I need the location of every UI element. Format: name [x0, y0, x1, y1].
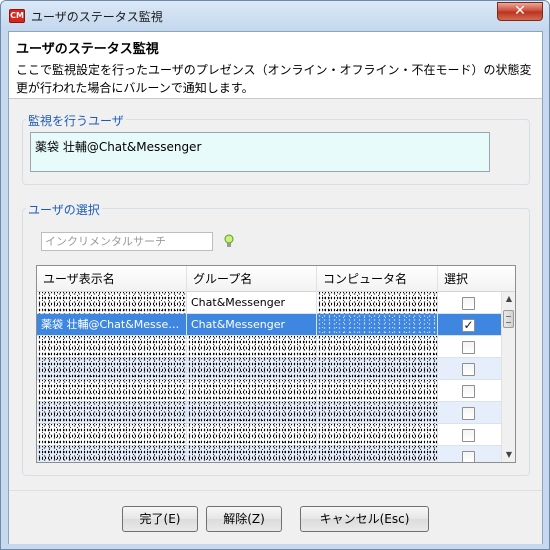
cell-display-name-obscured [37, 380, 187, 402]
scroll-thumb[interactable] [503, 310, 514, 328]
table-body: Chat&Messenger 薬袋 壮輔@Chat&Messe… Chat&Mess… [37, 292, 501, 462]
cell-display-name-obscured [37, 402, 187, 424]
header-panel: ユーザのステータス監視 ここで監視設定を行ったユーザのプレゼンス（オンライン・オ… [9, 32, 542, 99]
column-header-select[interactable]: 選択 [438, 266, 501, 292]
column-header-display-name[interactable]: ユーザ表示名 [37, 266, 187, 292]
complete-button[interactable]: 完了(E) [122, 506, 198, 532]
dialog-window: CM ユーザのステータス監視 ✕ ユーザのステータス監視 ここで監視設定を行った… [0, 0, 550, 550]
table-scrollbar[interactable]: ▲ ▼ [501, 292, 515, 462]
incremental-search-input[interactable]: インクリメンタルサーチ [41, 232, 213, 251]
cell-computer-name-obscured [317, 336, 438, 358]
select-checkbox[interactable] [462, 407, 475, 420]
cell-group-name: Chat&Messenger [187, 292, 317, 314]
cell-computer-name-obscured [317, 402, 438, 424]
table-row[interactable] [37, 402, 501, 424]
cell-group-name-obscured [187, 402, 317, 424]
column-header-group[interactable]: グループ名 [187, 266, 317, 292]
table-header: ユーザ表示名 グループ名 コンピュータ名 選択 [37, 266, 515, 292]
cell-group-name-obscured [187, 446, 317, 462]
select-checkbox[interactable] [462, 341, 475, 354]
cell-display-name-obscured [37, 424, 187, 446]
selection-group-label: ユーザの選択 [26, 201, 102, 218]
table-row[interactable] [37, 380, 501, 402]
lightbulb-icon [224, 234, 234, 247]
column-header-computer[interactable]: コンピュータ名 [317, 266, 438, 292]
scroll-down-arrow-icon[interactable]: ▼ [502, 448, 515, 462]
table-row[interactable] [37, 446, 501, 462]
cell-group-name-obscured [187, 424, 317, 446]
table-row[interactable] [37, 358, 501, 380]
select-checkbox[interactable] [462, 385, 475, 398]
monitored-user-field[interactable]: 薬袋 壮輔@Chat&Messenger [30, 132, 490, 172]
cell-group-name: Chat&Messenger [187, 314, 317, 336]
cell-display-name-obscured [37, 292, 187, 314]
dialog-content: ユーザのステータス監視 ここで監視設定を行ったユーザのプレゼンス（オンライン・オ… [8, 31, 543, 544]
cell-computer-name-obscured [317, 358, 438, 380]
select-checkbox[interactable] [462, 297, 475, 310]
table-row[interactable] [37, 336, 501, 358]
cell-display-name-obscured [37, 336, 187, 358]
cell-computer-name-obscured [317, 380, 438, 402]
select-checkbox[interactable] [462, 451, 475, 462]
table-row[interactable] [37, 424, 501, 446]
cell-display-name: 薬袋 壮輔@Chat&Messe… [37, 314, 187, 336]
user-table: ユーザ表示名 グループ名 コンピュータ名 選択 Chat&Messenger 薬袋… [36, 265, 516, 463]
page-title: ユーザのステータス監視 [16, 42, 159, 57]
cancel-button[interactable]: キャンセル(Esc) [300, 506, 429, 532]
select-checkbox[interactable] [462, 429, 475, 442]
window-title: ユーザのステータス監視 [31, 10, 163, 24]
cell-display-name-obscured [37, 446, 187, 462]
cell-group-name-obscured [187, 336, 317, 358]
cell-group-name-obscured [187, 380, 317, 402]
app-logo-icon: CM [9, 9, 25, 23]
scroll-up-arrow-icon[interactable]: ▲ [502, 292, 515, 306]
cell-computer-name-obscured [317, 446, 438, 462]
cell-computer-name-obscured [317, 314, 438, 336]
clear-button[interactable]: 解除(Z) [206, 506, 282, 532]
select-checkbox[interactable] [462, 363, 475, 376]
title-bar[interactable]: CM ユーザのステータス監視 ✕ [1, 1, 549, 31]
cell-group-name-obscured [187, 358, 317, 380]
close-button[interactable]: ✕ [497, 2, 543, 21]
table-row[interactable]: 薬袋 壮輔@Chat&Messe… Chat&Messenger ✓ [37, 314, 501, 336]
cell-display-name-obscured [37, 358, 187, 380]
table-row[interactable]: Chat&Messenger [37, 292, 501, 314]
select-checkbox[interactable]: ✓ [462, 319, 475, 332]
page-description: ここで監視設定を行ったユーザのプレゼンス（オンライン・オフライン・不在モード）の… [16, 63, 532, 95]
cell-computer-name-obscured [317, 292, 438, 314]
cell-computer-name-obscured [317, 424, 438, 446]
monitor-group-label: 監視を行うユーザ [26, 112, 126, 129]
